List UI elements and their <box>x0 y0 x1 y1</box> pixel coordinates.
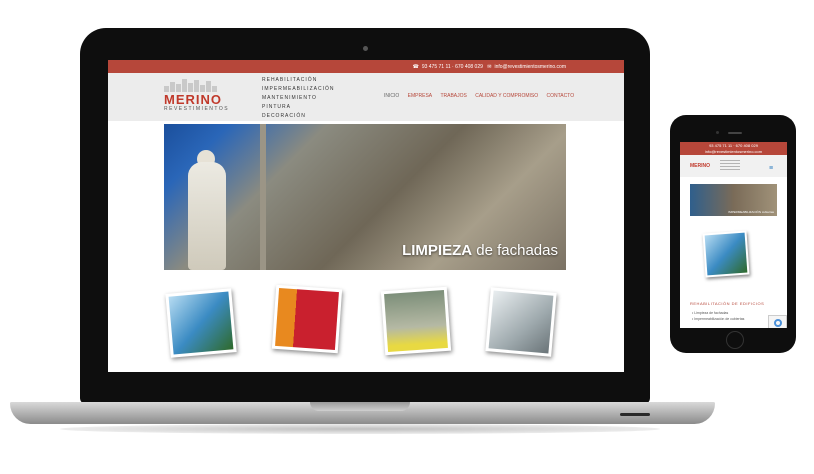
service-item: IMPERMEABILIZACIÓN <box>262 86 335 92</box>
main-nav: INICIO EMPRESA TRABAJOS CALIDAD Y COMPRO… <box>384 93 581 99</box>
service-item: REHABILITACIÓN <box>262 77 318 83</box>
laptop-shadow <box>60 424 660 434</box>
nav-inicio[interactable]: INICIO <box>384 93 399 99</box>
skyline-icon <box>164 78 232 92</box>
phone-screen: 93 475 71 11 · 670 408 029 info@revestim… <box>680 142 787 328</box>
hero-slider[interactable]: LIMPIEZA de fachadas <box>164 124 566 270</box>
mobile-logo[interactable]: MERINO <box>690 163 710 169</box>
recaptcha-badge[interactable] <box>768 315 787 328</box>
nav-calidad[interactable]: CALIDAD Y COMPROMISO <box>475 93 538 99</box>
mobile-topbar: 93 475 71 11 · 670 408 029 info@revestim… <box>680 142 787 155</box>
hamburger-menu-icon[interactable]: ≡ <box>769 165 773 172</box>
logo-tagline: REVESTIMIENTOS <box>164 106 230 112</box>
mobile-hero[interactable]: IMPERMEABILIZACIÓN cubiertas <box>690 184 777 216</box>
gallery-thumb-parking[interactable] <box>380 286 452 356</box>
scaffold-image <box>260 124 266 270</box>
list-item: • Impermeabilización de cubiertas <box>692 317 745 321</box>
service-item: MANTENIMIENTO <box>262 95 317 101</box>
camera-icon <box>363 46 368 51</box>
laptop-slot <box>620 413 650 416</box>
recaptcha-icon <box>774 319 782 327</box>
gallery-thumb-painting[interactable] <box>271 284 343 354</box>
worker-image <box>188 162 226 270</box>
mobile-section-title: REHABILITACIÓN DE EDIFICIOS <box>690 301 765 306</box>
nav-contacto[interactable]: CONTACTO <box>547 93 575 99</box>
gallery-thumb-interior[interactable] <box>485 287 557 357</box>
mobile-service-list: • Limpieza de fachadas • Impermeabilizac… <box>692 310 744 322</box>
phone-icon: ☎ <box>412 64 419 70</box>
phone-camera-icon <box>716 131 719 134</box>
service-item: DECORACIÓN <box>262 113 306 119</box>
service-item: PINTURA <box>262 104 291 110</box>
logo-brand: MERINO <box>164 92 222 107</box>
topbar-phone[interactable]: 93 475 71 11 · 670 408 029 <box>422 64 483 70</box>
topbar-email[interactable]: info@revestimientosmerino.com <box>495 64 567 70</box>
laptop-screen: ☎ 93 475 71 11 · 670 408 029 ✉ info@revest… <box>108 60 624 372</box>
mobile-hero-caption: IMPERMEABILIZACIÓN cubiertas <box>728 210 774 214</box>
mobile-header: MERINO ≡ <box>680 155 787 177</box>
nav-trabajos[interactable]: TRABAJOS <box>440 93 466 99</box>
phone-speaker <box>728 132 742 134</box>
phone-home-button <box>726 331 744 349</box>
services-list: REHABILITACIÓN IMPERMEABILIZACIÓN MANTEN… <box>262 76 334 121</box>
mobile-gallery-thumb[interactable] <box>702 230 750 278</box>
mobile-services-list <box>720 160 740 172</box>
nav-empresa[interactable]: EMPRESA <box>408 93 432 99</box>
hero-caption: LIMPIEZA de fachadas <box>402 242 558 259</box>
site-header: MERINO REVESTIMIENTOS REHABILITACIÓN IMP… <box>108 73 624 121</box>
hero-caption-bold: LIMPIEZA <box>402 242 473 259</box>
laptop-notch <box>310 402 410 411</box>
contact-topbar: ☎ 93 475 71 11 · 670 408 029 ✉ info@revest… <box>108 60 624 73</box>
mail-icon: ✉ <box>487 64 492 70</box>
gallery-thumb-facade[interactable] <box>165 288 237 358</box>
hero-caption-rest: de fachadas <box>472 242 558 259</box>
site-logo[interactable]: MERINO REVESTIMIENTOS <box>164 78 232 118</box>
